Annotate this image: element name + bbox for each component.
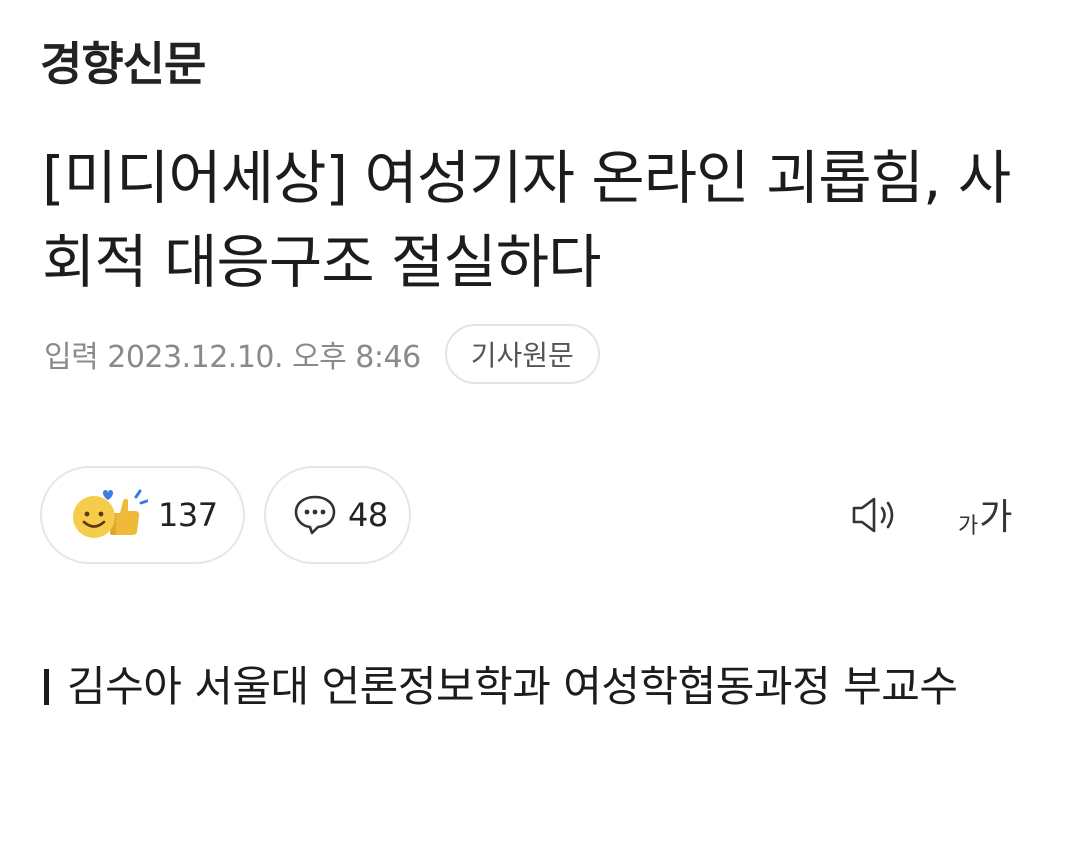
speaker-icon[interactable] — [850, 494, 902, 536]
font-size-small-label: 가 — [958, 514, 979, 539]
reaction-button[interactable]: 137 — [40, 466, 245, 564]
article-subtitle: 김수아 서울대 언론정보학과 여성학협동과정 부교수 — [44, 652, 1034, 722]
smile-thumbsup-icon — [73, 489, 148, 538]
comment-button[interactable]: 48 — [264, 466, 411, 564]
article-page: 경향신문 [미디어세상] 여성기자 온라인 괴롭힘, 사회적 대응구조 절실하다… — [0, 0, 1080, 857]
font-size-big-label: 가 — [979, 497, 1013, 538]
speech-bubble-icon — [294, 495, 336, 535]
subtitle-bar — [44, 669, 49, 705]
original-article-button[interactable]: 기사원문 — [444, 324, 600, 384]
article-title: [미디어세상] 여성기자 온라인 괴롭힘, 사회적 대응구조 절실하다 — [42, 144, 1011, 296]
reaction-count: 137 — [158, 496, 218, 534]
subtitle-text: 김수아 서울대 언론정보학과 여성학협동과정 부교수 — [67, 662, 958, 711]
publish-date: 입력 2023.12.10. 오후 8:46 — [44, 340, 421, 375]
article-meta: 입력 2023.12.10. 오후 8:46 기사원문 — [44, 322, 600, 386]
press-logo[interactable]: 경향신문 — [40, 28, 206, 94]
font-size-icon[interactable]: 가 가 — [958, 488, 1012, 540]
action-bar: 137 48 가 가 — [40, 466, 1040, 564]
comment-count: 48 — [348, 496, 388, 534]
